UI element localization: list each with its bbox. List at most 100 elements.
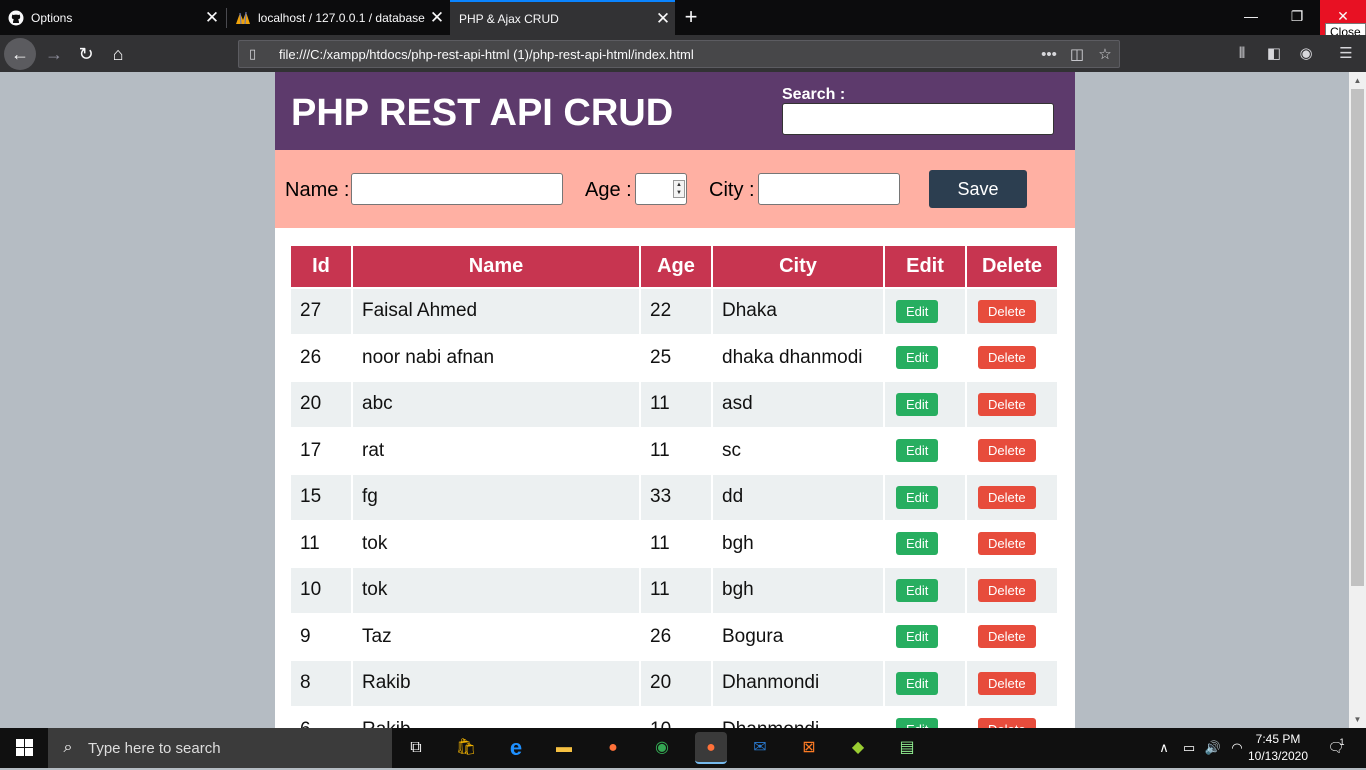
tab-phpmyadmin[interactable]: localhost / 127.0.0.1 / database ✕ xyxy=(227,0,449,35)
battery-icon[interactable]: ▭ xyxy=(1178,728,1200,768)
mail-icon[interactable]: ✉ xyxy=(744,732,776,764)
task-view-icon[interactable]: ⧉ xyxy=(400,732,432,764)
edge-icon[interactable]: e xyxy=(500,732,532,764)
store-icon[interactable]: 🛍 xyxy=(450,732,482,764)
search-input[interactable] xyxy=(782,103,1054,135)
volume-icon[interactable]: 🔊 xyxy=(1202,728,1224,768)
tab-php-ajax-crud[interactable]: PHP & Ajax CRUD ✕ xyxy=(450,0,675,35)
library-icon[interactable]: ⫴ xyxy=(1231,43,1253,65)
delete-button[interactable]: Delete xyxy=(978,625,1036,649)
cell-edit: Edit xyxy=(885,614,965,659)
tab-close-icon[interactable]: ✕ xyxy=(425,8,449,28)
cell-city: Bogura xyxy=(713,614,883,659)
table-row: 9 Taz 26 Bogura Edit Delete xyxy=(291,614,1057,659)
cell-edit: Edit xyxy=(885,335,965,380)
cell-edit: Edit xyxy=(885,568,965,613)
delete-button[interactable]: Delete xyxy=(978,671,1036,695)
xampp-icon[interactable]: ⊠ xyxy=(793,732,825,764)
edit-button[interactable]: Edit xyxy=(896,625,939,649)
bookmark-star-icon[interactable]: ☆ xyxy=(1091,45,1119,63)
delete-button[interactable]: Delete xyxy=(978,392,1036,416)
table-row: 26 noor nabi afnan 25 dhaka dhanmodi Edit Del… xyxy=(291,335,1057,380)
delete-button[interactable]: Delete xyxy=(978,299,1036,323)
edit-button[interactable]: Edit xyxy=(896,532,939,556)
delete-button[interactable]: Delete xyxy=(978,485,1036,509)
scroll-down-icon[interactable]: ▼ xyxy=(1349,711,1366,728)
git-icon[interactable]: ◆ xyxy=(842,732,874,764)
edit-button[interactable]: Edit xyxy=(896,439,939,463)
back-arrow-icon[interactable]: ← xyxy=(4,38,36,70)
edit-button[interactable]: Edit xyxy=(896,299,939,323)
cell-city: Dhanmondi xyxy=(713,707,883,728)
page-actions-icon[interactable]: ••• xyxy=(1035,46,1063,63)
cell-city: sc xyxy=(713,428,883,473)
cell-delete: Delete xyxy=(967,428,1057,473)
reload-icon[interactable]: ↻ xyxy=(70,38,102,70)
menu-icon[interactable]: ☰ xyxy=(1335,43,1357,65)
account-icon[interactable]: ◉ xyxy=(1295,43,1317,65)
edit-button[interactable]: Edit xyxy=(896,671,939,695)
home-icon[interactable]: ⌂ xyxy=(102,38,134,70)
file-explorer-icon[interactable]: ▬ xyxy=(548,732,580,764)
delete-button[interactable]: Delete xyxy=(978,718,1036,728)
delete-button[interactable]: Delete xyxy=(978,439,1036,463)
firefox-icon[interactable]: ● xyxy=(597,732,629,764)
chrome-icon[interactable]: ◉ xyxy=(646,732,678,764)
cell-age: 11 xyxy=(641,382,711,427)
scroll-up-icon[interactable]: ▲ xyxy=(1349,72,1366,89)
table-row: 15 fg 33 dd Edit Delete xyxy=(291,475,1057,520)
tab-close-icon[interactable]: ✕ xyxy=(651,9,675,29)
cell-name: Rakib xyxy=(353,707,639,728)
edit-button[interactable]: Edit xyxy=(896,346,939,370)
delete-button[interactable]: Delete xyxy=(978,532,1036,556)
windows-start-icon[interactable] xyxy=(0,728,48,768)
taskbar-search-placeholder: Type here to search xyxy=(88,739,221,757)
delete-button[interactable]: Delete xyxy=(978,346,1036,370)
tab-options[interactable]: Options ✕ xyxy=(0,0,224,35)
scroll-thumb[interactable] xyxy=(1351,89,1364,586)
cell-id: 20 xyxy=(291,382,351,427)
cell-edit: Edit xyxy=(885,289,965,334)
edit-button[interactable]: Edit xyxy=(896,485,939,509)
table-row: 11 tok 11 bgh Edit Delete xyxy=(291,521,1057,566)
search-label: Search : xyxy=(782,86,846,103)
cell-delete: Delete xyxy=(967,335,1057,380)
tab-close-icon[interactable]: ✕ xyxy=(200,8,224,28)
edit-button[interactable]: Edit xyxy=(896,578,939,602)
windows-taskbar: ⌕ Type here to search ⧉ 🛍 e ▬ ● ◉ ● ✉ ⊠ … xyxy=(0,728,1366,768)
cell-edit: Edit xyxy=(885,661,965,706)
cell-name: noor nabi afnan xyxy=(353,335,639,380)
sidebar-icon[interactable]: ◧ xyxy=(1263,43,1285,65)
edit-button[interactable]: Edit xyxy=(896,392,939,416)
age-spinner-icon[interactable]: ▲ ▼ xyxy=(673,180,685,198)
age-field[interactable]: ▲ ▼ xyxy=(635,173,687,205)
city-field[interactable] xyxy=(758,173,900,205)
phpmyadmin-icon xyxy=(235,10,251,26)
edit-button[interactable]: Edit xyxy=(896,718,939,728)
forward-arrow-icon[interactable]: → xyxy=(38,38,70,70)
minimize-icon[interactable]: — xyxy=(1228,0,1274,35)
address-bar[interactable]: ▯ file:///C:/xampp/htdocs/php-rest-api-h… xyxy=(238,40,1120,68)
notification-icon[interactable]: 🗨 xyxy=(1322,728,1350,768)
pocket-icon[interactable]: ◫ xyxy=(1063,45,1091,63)
cell-city: Dhanmondi xyxy=(713,661,883,706)
taskbar-clock[interactable]: 7:45 PM 10/13/2020 xyxy=(1246,731,1310,765)
cell-delete: Delete xyxy=(967,707,1057,728)
table-body: 27 Faisal Ahmed 22 Dhaka Edit Delete 26 noor na… xyxy=(291,289,1057,728)
save-button[interactable]: Save xyxy=(929,170,1027,208)
new-tab-plus-icon[interactable]: + xyxy=(680,4,702,30)
name-field[interactable] xyxy=(351,173,563,205)
restore-icon[interactable]: ❐ xyxy=(1274,0,1320,35)
network-icon[interactable]: ◠ xyxy=(1226,728,1248,768)
cell-edit: Edit xyxy=(885,382,965,427)
browser-tab-bar: Options ✕ localhost / 127.0.0.1 / databa… xyxy=(0,0,1366,41)
delete-button[interactable]: Delete xyxy=(978,578,1036,602)
editor-icon[interactable]: ▤ xyxy=(891,732,923,764)
table-header-row: Id Name Age City Edit Delete xyxy=(291,246,1057,287)
page-scrollbar[interactable]: ▲ ▼ xyxy=(1349,72,1366,728)
header-delete: Delete xyxy=(967,246,1057,287)
cell-id: 10 xyxy=(291,568,351,613)
tray-chevron-icon[interactable]: ∧ xyxy=(1155,728,1173,768)
taskbar-search-box[interactable]: ⌕ Type here to search xyxy=(48,728,392,768)
firefox-active-icon[interactable]: ● xyxy=(695,732,727,764)
